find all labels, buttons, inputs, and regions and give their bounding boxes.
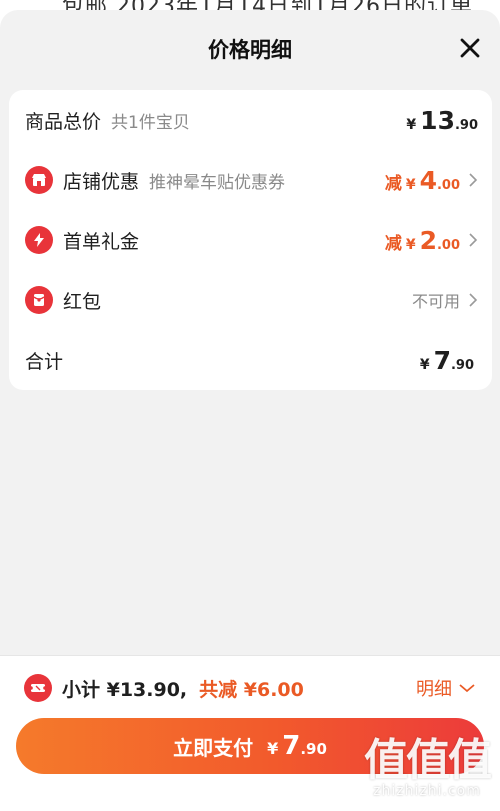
goods-total-label: 商品总价: [25, 110, 102, 133]
total-sum-price: ¥ 7 .90: [420, 346, 474, 375]
shop-discount-label: 店铺优惠: [63, 170, 140, 193]
goods-count-label: 共1件宝贝: [111, 112, 190, 133]
price-integer: 7: [282, 731, 301, 761]
currency-symbol: ¥: [419, 356, 430, 373]
total-sum-label: 合计: [25, 350, 64, 373]
discount-prefix: 减: [384, 173, 402, 194]
price-integer: 7: [433, 345, 451, 375]
currency-symbol: ¥: [405, 176, 416, 193]
first-order-gift-amount: 减 ¥ 2 .00: [385, 226, 478, 255]
coupon-icon: [24, 674, 52, 702]
currency-symbol: ¥: [267, 739, 279, 758]
red-packet-icon: [25, 286, 53, 314]
detail-label: 明细: [416, 679, 452, 700]
discount-prefix: 减: [384, 233, 402, 254]
checkout-footer: 小计 ¥13.90, 共减 ¥6.00 明细 立即支付 ¥ 7 .90 值值值 …: [0, 655, 500, 811]
row-first-order-gift[interactable]: 首单礼金 减 ¥ 2 .00: [9, 210, 492, 270]
red-packet-label: 红包: [63, 290, 102, 313]
price-breakdown-card: 商品总价 共1件宝贝 ¥ 13 .90 店铺优惠 推神晕车贴优惠券 减 ¥ 4 …: [9, 90, 492, 390]
price-decimal: .90: [300, 740, 327, 758]
detail-toggle[interactable]: 明细: [416, 675, 476, 701]
row-red-packet[interactable]: 红包 不可用: [9, 270, 492, 330]
watermark-url: zhizhizhi.com: [373, 783, 481, 799]
lightning-icon: [25, 226, 53, 254]
row-goods-total: 商品总价 共1件宝贝 ¥ 13 .90: [9, 90, 492, 150]
price-decimal: .90: [450, 357, 474, 373]
subtotal-text: 小计 ¥13.90,: [62, 678, 188, 701]
shop-icon: [25, 166, 53, 194]
row-shop-discount[interactable]: 店铺优惠 推神晕车贴优惠券 减 ¥ 4 .00: [9, 150, 492, 210]
red-packet-status-wrap: 不可用: [412, 288, 478, 312]
saved-amount-text: 共减 ¥6.00: [199, 678, 304, 701]
pay-now-label: 立即支付: [173, 735, 254, 760]
first-order-gift-label: 首单礼金: [63, 230, 140, 253]
chevron-right-icon: [469, 293, 478, 307]
price-detail-sheet: 价格明细 商品总价 共1件宝贝 ¥ 13 .90 店铺优惠 推神晕车贴优惠券 减…: [0, 10, 500, 811]
pay-amount: ¥ 7 .90: [267, 731, 327, 761]
currency-symbol: ¥: [406, 116, 417, 133]
sheet-header: 价格明细: [0, 10, 500, 90]
chevron-right-icon: [469, 173, 478, 187]
footer-summary: 小计 ¥13.90, 共减 ¥6.00 明细: [24, 672, 476, 704]
price-integer: 2: [419, 225, 437, 255]
currency-symbol: ¥: [405, 236, 416, 253]
price-decimal: .00: [436, 177, 460, 193]
chevron-down-icon: [459, 684, 475, 693]
watermark-logo: 值值值: [364, 735, 492, 786]
price-integer: 4: [419, 165, 437, 195]
close-button[interactable]: [458, 36, 482, 60]
price-decimal: .90: [454, 117, 478, 133]
sheet-title: 价格明细: [208, 38, 292, 62]
price-decimal: .00: [436, 237, 460, 253]
price-integer: 13: [420, 105, 455, 135]
chevron-right-icon: [469, 233, 478, 247]
close-icon: [460, 38, 480, 58]
red-packet-status: 不可用: [411, 292, 460, 311]
watermark: 值值值 zhizhizhi.com: [364, 735, 492, 800]
shop-discount-amount: 减 ¥ 4 .00: [385, 166, 478, 195]
shop-coupon-name: 推神晕车贴优惠券: [149, 172, 286, 193]
goods-total-price: ¥ 13 .90: [406, 106, 478, 135]
row-total-sum: 合计 ¥ 7 .90: [9, 330, 492, 390]
